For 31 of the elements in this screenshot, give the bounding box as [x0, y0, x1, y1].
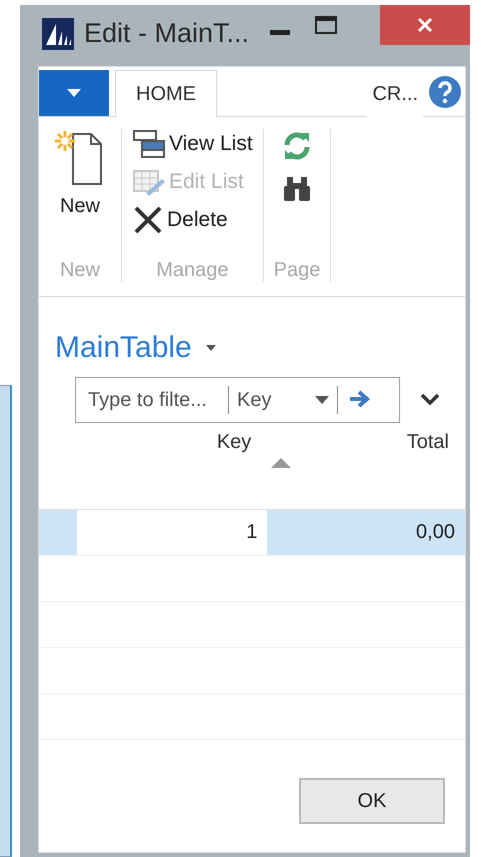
binoculars-icon: [282, 174, 312, 202]
column-header[interactable]: Key: [76, 423, 268, 509]
close-button[interactable]: [380, 5, 470, 45]
ribbon-button[interactable]: Delete: [132, 205, 253, 235]
close-icon: [417, 17, 433, 33]
table-pencil-icon: [132, 167, 166, 197]
caret-icon: [206, 345, 216, 351]
ribbon-tab[interactable]: HOME: [115, 70, 217, 117]
caret-icon: [67, 89, 81, 97]
table-cell-text: 0,00: [415, 520, 456, 545]
filter-field-dropdown[interactable]: Key: [228, 386, 338, 414]
group-label: Manage: [155, 259, 230, 282]
group-label: New: [58, 259, 101, 282]
refresh-icon: [282, 131, 312, 161]
table-cell: 1: [76, 510, 268, 555]
list-view-icon: [132, 129, 166, 159]
group-label: Page: [274, 259, 320, 282]
new-button[interactable]: New: [49, 129, 111, 218]
minimize-icon: [270, 30, 290, 36]
page-title[interactable]: MainTable: [55, 331, 465, 365]
window-title: Edit - MainT...: [84, 18, 250, 49]
column-header[interactable]: Total: [267, 423, 465, 509]
caret-icon: [315, 396, 329, 404]
ok-button[interactable]: OK: [299, 778, 445, 824]
ribbon-button[interactable]: View List: [132, 129, 253, 159]
maximize-icon: [315, 16, 338, 34]
help-icon[interactable]: [429, 76, 461, 108]
app-logo-icon: [42, 18, 74, 50]
delete-icon: [132, 205, 164, 235]
table-row[interactable]: 1 0,00: [39, 510, 465, 556]
chevron-down-icon[interactable]: [420, 392, 440, 408]
